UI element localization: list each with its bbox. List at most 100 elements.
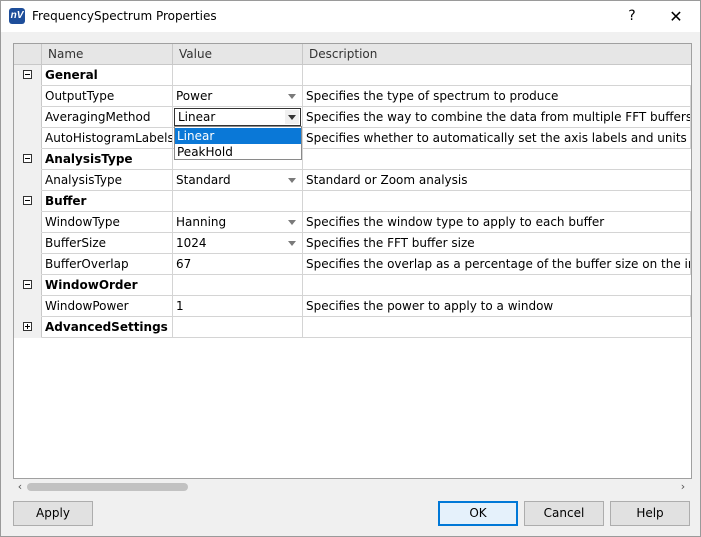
column-header-value[interactable]: Value [173,44,303,64]
column-header-name[interactable]: Name [42,44,173,64]
property-name[interactable]: BufferSize [42,233,173,254]
property-description [303,149,691,170]
app-logo-icon: nV [9,8,25,24]
category-name[interactable]: AnalysisType [42,149,173,170]
collapse-icon[interactable] [23,280,32,289]
property-value[interactable]: Hanning [173,212,303,233]
property-name[interactable]: WindowType [42,212,173,233]
property-name[interactable]: AnalysisType [42,170,173,191]
row-gutter [14,212,42,233]
property-description [303,275,691,296]
row-gutter [14,275,42,296]
row-gutter [14,128,42,149]
property-value-text: Power [176,89,213,103]
horizontal-scrollbar[interactable]: ‹ › [13,479,690,495]
property-row[interactable]: OutputType Power Specifies the type of spe… [14,86,691,107]
row-gutter [14,317,42,338]
property-value [173,275,303,296]
help-button[interactable]: Help [610,501,690,526]
row-gutter [14,233,42,254]
property-row[interactable]: WindowType Hanning Specifies the window ty… [14,212,691,233]
property-value[interactable]: 1 [173,296,303,317]
property-value[interactable]: Standard [173,170,303,191]
property-value-text: Hanning [176,215,227,229]
header-gutter [14,44,42,64]
title-bar: nV FrequencySpectrum Properties ? ✕ [1,1,700,32]
property-row[interactable]: BufferOverlap 67 Specifies the overlap as … [14,254,691,275]
help-icon[interactable]: ? [610,1,654,32]
property-value[interactable]: 67 [173,254,303,275]
property-value-text: 1024 [176,236,207,250]
property-row[interactable]: BufferSize 1024 Specifies the FFT buffer s… [14,233,691,254]
property-name[interactable]: AveragingMethod [42,107,173,128]
close-icon[interactable]: ✕ [654,1,698,32]
collapse-icon[interactable] [23,196,32,205]
dropdown-arrow-icon[interactable] [288,220,296,225]
row-gutter [14,65,42,86]
dropdown-arrow-icon[interactable] [288,94,296,99]
property-description: Specifies the overlap as a percentage of… [303,254,691,275]
property-description: Specifies the type of spectrum to produc… [303,86,691,107]
category-row[interactable]: Buffer [14,191,691,212]
cancel-button[interactable]: Cancel [524,501,604,526]
property-description [303,65,691,86]
property-row[interactable]: AveragingMethod Specifies the way to comb… [14,107,691,128]
property-description: Specifies the window type to apply to ea… [303,212,691,233]
scroll-left-icon[interactable]: ‹ [13,480,27,494]
dropdown-option-linear[interactable]: Linear [175,128,301,144]
category-row[interactable]: WindowOrder [14,275,691,296]
property-description: Standard or Zoom analysis [303,170,691,191]
collapse-icon[interactable] [23,154,32,163]
category-name[interactable]: WindowOrder [42,275,173,296]
property-value-text: Standard [176,173,231,187]
property-description [303,191,691,212]
property-description: Specifies the way to combine the data fr… [303,107,691,128]
property-row[interactable]: AnalysisType Standard Standard or Zoom ana… [14,170,691,191]
window-title: FrequencySpectrum Properties [32,9,217,23]
column-header-description[interactable]: Description [303,44,691,64]
property-value[interactable]: 1024 [173,233,303,254]
averaging-method-dropdown-list: Linear PeakHold [174,126,302,160]
property-row[interactable]: AutoHistogramLabels Specifies whether to … [14,128,691,149]
property-value[interactable]: Power [173,86,303,107]
category-row[interactable]: AnalysisType [14,149,691,170]
expand-icon[interactable] [23,322,32,331]
category-row[interactable]: AdvancedSettings [14,317,691,338]
scrollbar-thumb[interactable] [27,483,188,491]
dropdown-option-peakhold[interactable]: PeakHold [175,144,301,160]
dropdown-arrow-icon[interactable] [288,241,296,246]
property-row[interactable]: WindowPower 1 Specifies the power to apply… [14,296,691,317]
category-name[interactable]: Buffer [42,191,173,212]
ok-button[interactable]: OK [438,501,518,526]
property-description: Specifies whether to automatically set t… [303,128,691,149]
property-value-text: 1 [176,299,184,313]
property-description: Specifies the power to apply to a window [303,296,691,317]
row-gutter [14,149,42,170]
property-name[interactable]: WindowPower [42,296,173,317]
chevron-down-icon[interactable] [285,110,299,124]
property-value [173,317,303,338]
row-gutter [14,191,42,212]
property-grid: Name Value Description General OutputType… [13,43,692,479]
properties-dialog: nV FrequencySpectrum Properties ? ✕ Name… [0,0,701,537]
combobox-value: Linear [178,110,216,124]
collapse-icon[interactable] [23,70,32,79]
row-gutter [14,107,42,128]
scroll-right-icon[interactable]: › [676,480,690,494]
property-name[interactable]: AutoHistogramLabels [42,128,173,149]
row-gutter [14,86,42,107]
averaging-method-combobox[interactable]: Linear [174,108,301,126]
apply-button[interactable]: Apply [13,501,93,526]
property-value-text: 67 [176,257,192,271]
category-name[interactable]: AdvancedSettings [42,317,173,338]
grid-header: Name Value Description [14,44,691,65]
property-description: Specifies the FFT buffer size [303,233,691,254]
property-name[interactable]: OutputType [42,86,173,107]
category-name[interactable]: General [42,65,173,86]
row-gutter [14,170,42,191]
property-value [173,65,303,86]
category-row[interactable]: General [14,65,691,86]
dropdown-arrow-icon[interactable] [288,178,296,183]
property-name[interactable]: BufferOverlap [42,254,173,275]
property-value [173,191,303,212]
